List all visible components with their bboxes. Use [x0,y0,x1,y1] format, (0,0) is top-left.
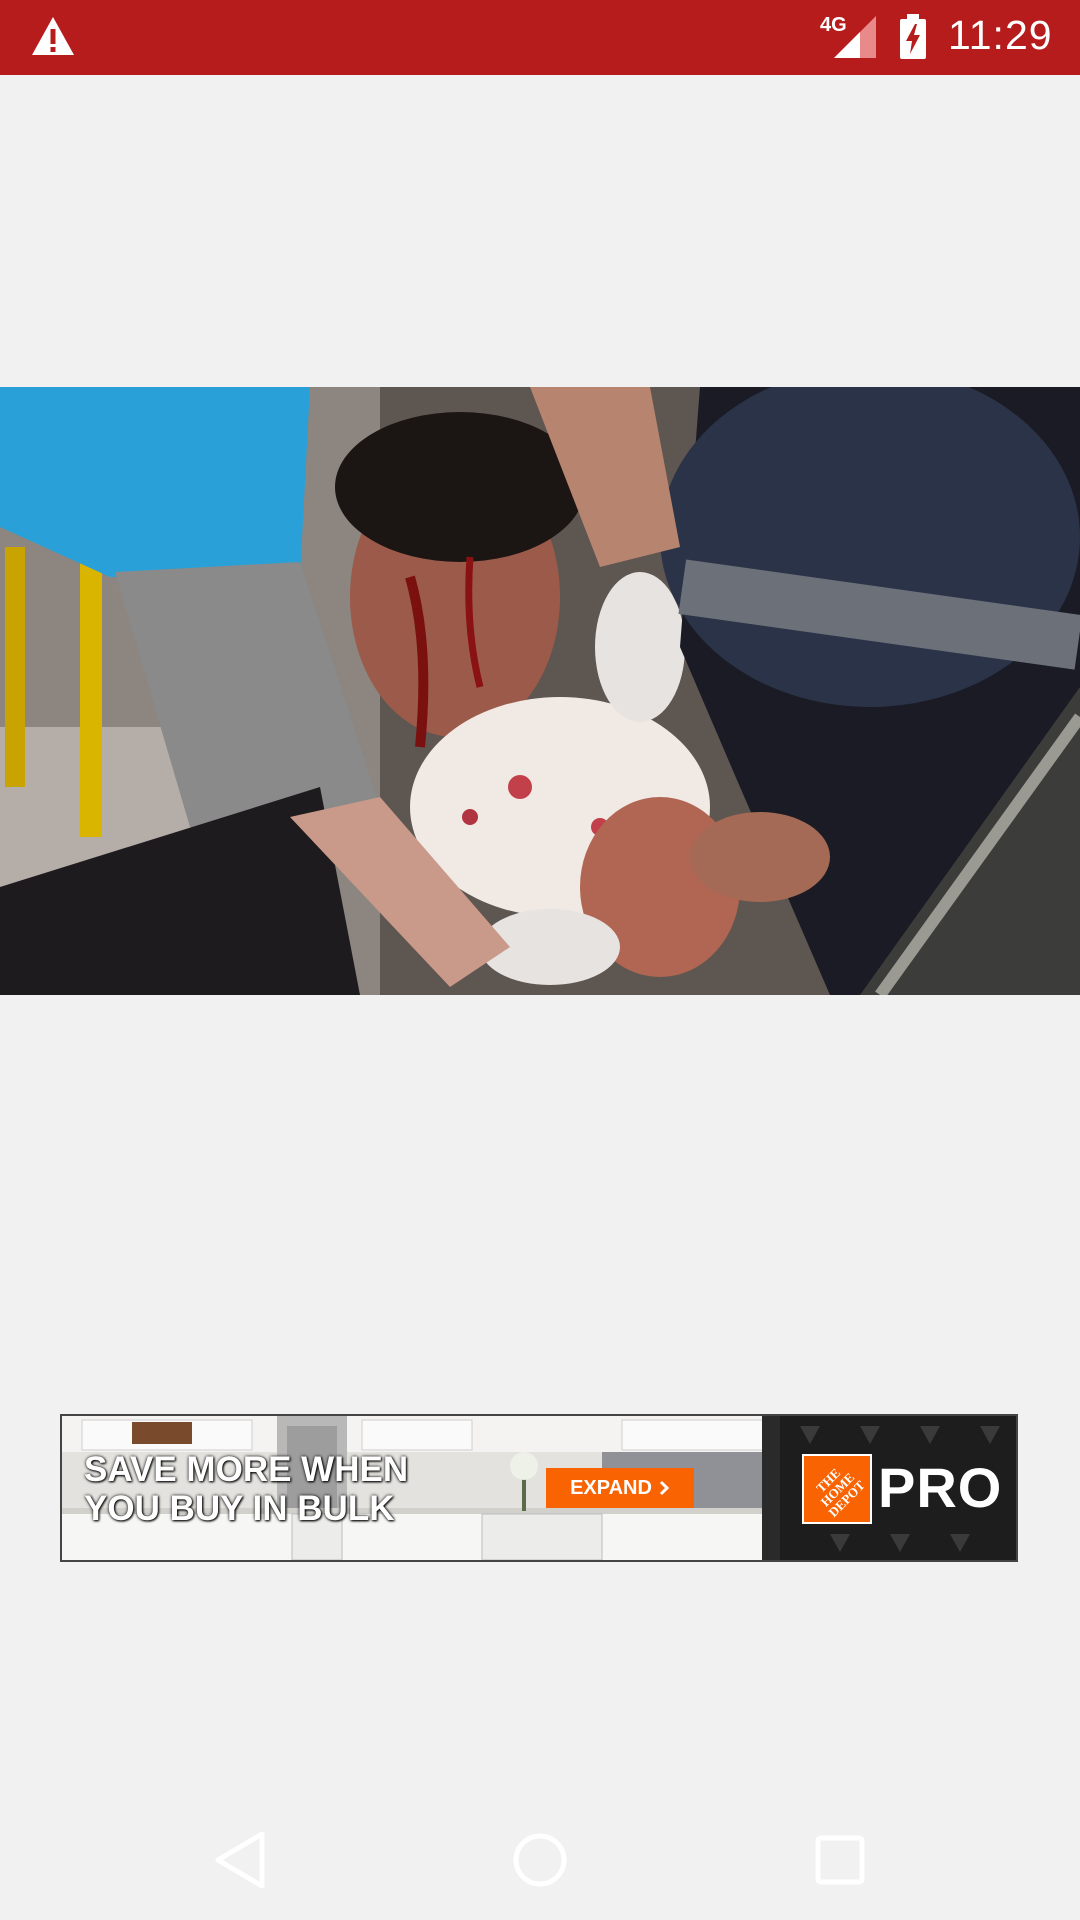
signal-icon: 4G [820,14,876,60]
recents-icon[interactable] [800,1820,880,1900]
battery-charging-icon [900,14,926,59]
ad-banner[interactable]: SAVE MORE WHEN YOU BUY IN BULK EXPAND TH… [60,1414,1018,1562]
warning-icon [32,17,74,55]
ad-expand-label: EXPAND [570,1476,652,1499]
article-photo[interactable] [0,387,1080,995]
status-bar: 4G 11:29 [0,0,1080,75]
home-depot-logo: THE HOME DEPOT [802,1454,872,1524]
network-type-label: 4G [820,14,847,36]
ad-pro-text: PRO [878,1456,1003,1519]
ad-headline: SAVE MORE WHEN YOU BUY IN BULK [84,1450,409,1528]
clock: 11:29 [948,12,1053,58]
back-icon[interactable] [200,1820,280,1900]
ad-expand-button[interactable]: EXPAND [546,1468,694,1508]
home-depot-logo-text: THE HOME DEPOT [812,1464,868,1520]
chevron-right-icon [659,1480,670,1496]
home-icon[interactable] [500,1820,580,1900]
ad-brand-panel: THE HOME DEPOT PRO [780,1416,1016,1560]
navigation-bar [0,1800,1080,1920]
